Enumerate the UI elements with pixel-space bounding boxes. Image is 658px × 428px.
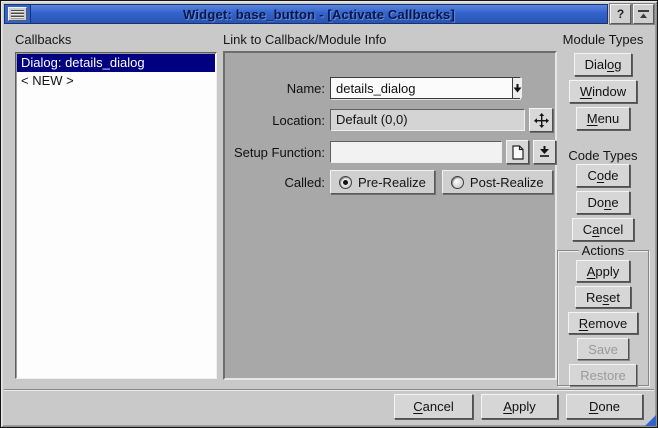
list-item[interactable]: Dialog: details_dialog <box>17 54 215 72</box>
name-combo <box>330 77 520 99</box>
module-window-button[interactable]: Window <box>569 80 637 103</box>
setup-function-label: Setup Function: <box>227 145 325 160</box>
setup-function-field <box>330 141 502 163</box>
callbacks-list[interactable]: Dialog: details_dialog < NEW > <box>15 52 217 379</box>
move-arrows-icon <box>534 113 549 128</box>
code-button[interactable]: Code <box>576 164 629 187</box>
code-types-group: Code Done Cancel <box>557 164 649 241</box>
apply-action-button[interactable]: Apply <box>576 260 631 282</box>
remove-action-button[interactable]: Remove <box>568 312 638 334</box>
actions-group: Actions Apply Reset Remove Save Restore <box>557 250 649 386</box>
pre-realize-radio[interactable]: Pre-Realize <box>330 170 435 194</box>
arrow-to-bar-icon <box>539 146 550 158</box>
app-window: Widget: base_button - [Activate Callback… <box>0 0 658 428</box>
location-value: Default (0,0) <box>330 109 525 131</box>
module-types-group: Dialog Window Menu <box>557 53 649 130</box>
shade-icon <box>637 9 650 19</box>
new-code-button[interactable] <box>506 140 529 164</box>
list-item[interactable]: < NEW > <box>17 72 215 90</box>
done-footer-button[interactable]: Done <box>566 394 643 419</box>
radio-selected-icon <box>339 176 352 189</box>
cancel-button[interactable]: Cancel <box>394 394 473 419</box>
window-menu-button[interactable] <box>4 4 31 24</box>
location-label: Location: <box>227 113 325 128</box>
actions-buttons: Apply Reset Remove Save Restore <box>558 251 648 386</box>
window-menu-face <box>8 7 27 21</box>
location-picker-button[interactable] <box>529 108 553 132</box>
name-input[interactable] <box>331 78 512 98</box>
code-types-label: Code Types <box>553 148 653 163</box>
help-button[interactable]: ? <box>610 4 631 24</box>
callbacks-label: Callbacks <box>15 32 71 47</box>
module-menu-button[interactable]: Menu <box>576 107 631 130</box>
module-dialog-button[interactable]: Dialog <box>574 53 633 76</box>
actions-group-label: Actions <box>579 243 628 258</box>
post-realize-radio[interactable]: Post-Realize <box>442 170 553 194</box>
name-row: Name: <box>227 76 520 100</box>
dropdown-arrow-icon <box>513 84 522 93</box>
setup-function-input[interactable] <box>331 142 501 162</box>
shade-button[interactable] <box>633 4 654 24</box>
module-types-label: Module Types <box>553 32 653 47</box>
location-row: Location: Default (0,0) <box>227 108 553 132</box>
apply-button[interactable]: Apply <box>481 394 558 419</box>
footer-separator <box>4 389 654 391</box>
resize-corner-handle[interactable] <box>645 415 656 426</box>
post-realize-label: Post-Realize <box>470 175 544 190</box>
info-panel-label: Link to Callback/Module Info <box>223 32 386 47</box>
setup-function-row: Setup Function: <box>227 140 556 164</box>
save-action-button: Save <box>577 338 629 360</box>
done-button[interactable]: Done <box>576 191 629 214</box>
document-icon <box>512 145 524 160</box>
called-row: Called: Pre-Realize Post-Realize <box>227 170 560 194</box>
callback-info-panel: Name: Location: Default (0,0) <box>223 51 557 380</box>
restore-action-button: Restore <box>569 364 637 386</box>
radio-unselected-icon <box>451 176 464 189</box>
titlebar: Widget: base_button - [Activate Callback… <box>4 4 654 24</box>
menu-icon <box>11 10 24 19</box>
window-title: Widget: base_button - [Activate Callback… <box>31 4 608 24</box>
cancel-code-button[interactable]: Cancel <box>572 218 634 241</box>
name-label: Name: <box>227 81 325 96</box>
reset-action-button[interactable]: Reset <box>575 286 631 308</box>
called-label: Called: <box>227 175 325 190</box>
name-combo-arrow-button[interactable] <box>512 78 522 98</box>
pre-realize-label: Pre-Realize <box>358 175 426 190</box>
